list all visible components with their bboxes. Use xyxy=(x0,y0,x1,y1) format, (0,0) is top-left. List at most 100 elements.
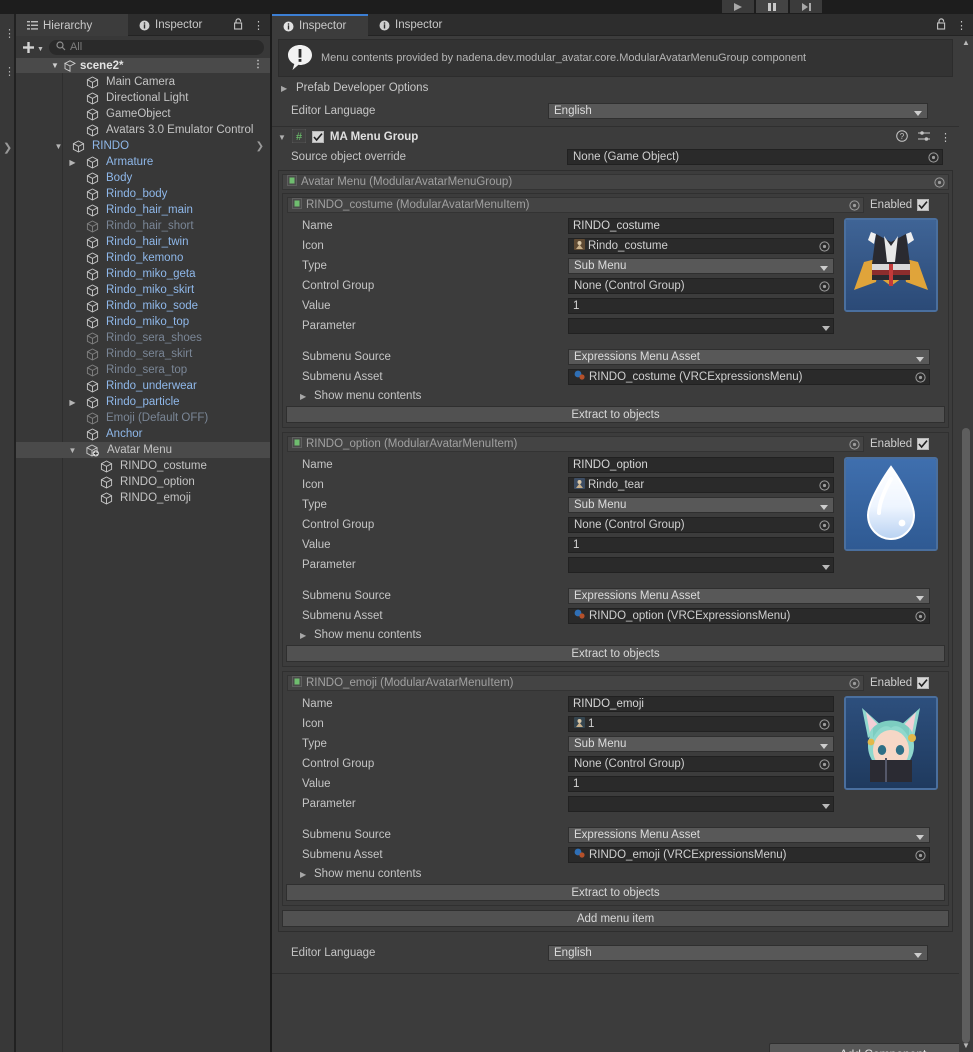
object-picker-icon[interactable] xyxy=(915,850,926,864)
add-menu-item-button[interactable]: Add menu item xyxy=(282,910,949,927)
enabled-checkbox[interactable] xyxy=(917,199,930,211)
hierarchy-item-rindo-costume[interactable]: RINDO_costume xyxy=(16,458,270,474)
object-picker-icon[interactable] xyxy=(819,480,830,494)
chevron-down-icon[interactable] xyxy=(822,801,830,813)
hierarchy-item-rindo-miko-sode[interactable]: Rindo_miko_sode xyxy=(16,298,270,314)
object-picker-icon[interactable] xyxy=(849,200,860,214)
value-input-1[interactable]: 1 xyxy=(568,537,834,553)
lock-icon[interactable] xyxy=(233,18,244,33)
hierarchy-item-rindo-particle[interactable]: ▶ Rindo_particle xyxy=(16,394,270,410)
menu-item-enabled-1[interactable]: Enabled xyxy=(870,438,944,450)
enabled-checkbox[interactable] xyxy=(917,438,930,450)
hierarchy-item-avatars-3-0-emulator-control[interactable]: Avatars 3.0 Emulator Control xyxy=(16,122,270,138)
hierarchy-item-rindo-body[interactable]: Rindo_body xyxy=(16,186,270,202)
enabled-checkbox[interactable] xyxy=(917,677,930,689)
menu-item-header-2[interactable]: RINDO_emoji (ModularAvatarMenuItem) xyxy=(287,675,864,691)
kebab-icon[interactable]: ⋮ xyxy=(956,19,967,32)
editor-language-dropdown-bottom[interactable]: English xyxy=(548,945,928,961)
tab-inspector-2[interactable]: Inspector xyxy=(368,14,464,36)
prefab-developer-options-foldout[interactable]: ▶ Prefab Developer Options xyxy=(272,77,959,99)
name-input-2[interactable]: RINDO_emoji xyxy=(568,696,834,712)
component-foldout-icon[interactable]: ▼ xyxy=(278,133,286,142)
hierarchy-item-rindo-underwear[interactable]: Rindo_underwear xyxy=(16,378,270,394)
hierarchy-item-rindo-hair-short[interactable]: Rindo_hair_short xyxy=(16,218,270,234)
scroll-up-icon[interactable]: ▲ xyxy=(962,38,970,47)
hierarchy-item-rindo-miko-geta[interactable]: Rindo_miko_geta xyxy=(16,266,270,282)
icon-field-0[interactable]: Rindo_costume xyxy=(568,238,834,254)
parameter-input-2[interactable] xyxy=(568,796,834,812)
object-picker-icon[interactable] xyxy=(819,719,830,733)
hierarchy-item-armature[interactable]: ▶ Armature xyxy=(16,154,270,170)
tab-inspector-1[interactable]: Inspector xyxy=(272,14,368,36)
tab-hierarchy[interactable]: Hierarchy xyxy=(16,14,128,36)
hierarchy-item-rindo-miko-top[interactable]: Rindo_miko_top xyxy=(16,314,270,330)
control-group-field-2[interactable]: None (Control Group) xyxy=(568,756,834,772)
menu-item-header-0[interactable]: RINDO_costume (ModularAvatarMenuItem) xyxy=(287,197,864,213)
extract-to-objects-button-0[interactable]: Extract to objects xyxy=(286,406,945,423)
object-picker-icon[interactable] xyxy=(849,678,860,692)
hierarchy-item-emoji-default-off[interactable]: Emoji (Default OFF) xyxy=(16,410,270,426)
add-gameobject-button[interactable]: ▼ xyxy=(22,41,44,54)
help-icon[interactable]: ? xyxy=(896,129,908,145)
submenu-asset-field-2[interactable]: RINDO_emoji (VRCExpressionsMenu) xyxy=(568,847,930,863)
menu-item-header-1[interactable]: RINDO_option (ModularAvatarMenuItem) xyxy=(287,436,864,452)
component-enabled-checkbox[interactable] xyxy=(311,131,324,143)
add-component-button[interactable]: Add Component xyxy=(769,1043,959,1052)
tab-inspector-left[interactable]: Inspector xyxy=(128,14,232,36)
show-menu-contents-foldout-1[interactable]: ▶ Show menu contents xyxy=(283,626,948,644)
twisty-down-icon[interactable]: ▼ xyxy=(54,142,63,151)
lock-icon[interactable] xyxy=(936,18,947,33)
value-input-2[interactable]: 1 xyxy=(568,776,834,792)
hierarchy-item-directional-light[interactable]: Directional Light xyxy=(16,90,270,106)
hierarchy-item-rindo-kemono[interactable]: Rindo_kemono xyxy=(16,250,270,266)
name-input-1[interactable]: RINDO_option xyxy=(568,457,834,473)
inspector-scrollbar[interactable]: ▲ ▼ xyxy=(959,36,973,1052)
object-picker-icon[interactable] xyxy=(915,372,926,386)
expand-arrow-icon[interactable]: ❯ xyxy=(3,141,12,154)
hierarchy-item-avatar-menu[interactable]: ▼ Avatar Menu xyxy=(16,442,270,458)
ma-menu-group-component-header[interactable]: ▼ # MA Menu Group ? ⋮ xyxy=(272,127,959,147)
hierarchy-item-body[interactable]: Body xyxy=(16,170,270,186)
hierarchy-item-rindo-sera-shoes[interactable]: Rindo_sera_shoes xyxy=(16,330,270,346)
editor-language-dropdown-top[interactable]: English xyxy=(548,103,928,119)
preset-icon[interactable] xyxy=(918,130,930,145)
object-picker-icon[interactable] xyxy=(819,759,830,773)
object-picker-icon[interactable] xyxy=(934,177,945,191)
step-button[interactable] xyxy=(790,0,822,13)
object-picker-icon[interactable] xyxy=(819,520,830,534)
pause-button[interactable] xyxy=(756,0,788,13)
hierarchy-item-rindo[interactable]: ▼ RINDO ❯ xyxy=(16,138,270,154)
chevron-down-icon[interactable] xyxy=(822,562,830,574)
hierarchy-item-rindo-hair-main[interactable]: Rindo_hair_main xyxy=(16,202,270,218)
scene-twisty-icon[interactable]: ▼ xyxy=(51,61,59,70)
hierarchy-item-rindo-sera-skirt[interactable]: Rindo_sera_skirt xyxy=(16,346,270,362)
chevron-right-icon[interactable]: ❯ xyxy=(256,141,264,152)
hierarchy-item-rindo-emoji[interactable]: RINDO_emoji xyxy=(16,490,270,506)
type-dropdown-0[interactable]: Sub Menu xyxy=(568,258,834,274)
submenu-source-dropdown-1[interactable]: Expressions Menu Asset xyxy=(568,588,930,604)
menu-item-enabled-0[interactable]: Enabled xyxy=(870,199,944,211)
twisty-down-icon[interactable]: ▼ xyxy=(68,446,77,455)
type-dropdown-1[interactable]: Sub Menu xyxy=(568,497,834,513)
submenu-asset-field-1[interactable]: RINDO_option (VRCExpressionsMenu) xyxy=(568,608,930,624)
extract-to-objects-button-1[interactable]: Extract to objects xyxy=(286,645,945,662)
value-input-0[interactable]: 1 xyxy=(568,298,834,314)
submenu-asset-field-0[interactable]: RINDO_costume (VRCExpressionsMenu) xyxy=(568,369,930,385)
hierarchy-item-rindo-miko-skirt[interactable]: Rindo_miko_skirt xyxy=(16,282,270,298)
scrollbar-thumb[interactable] xyxy=(962,428,970,1043)
play-button[interactable] xyxy=(722,0,754,13)
menu-item-enabled-2[interactable]: Enabled xyxy=(870,677,944,689)
parameter-input-0[interactable] xyxy=(568,318,834,334)
hierarchy-item-gameobject[interactable]: GameObject xyxy=(16,106,270,122)
hierarchy-item-rindo-hair-twin[interactable]: Rindo_hair_twin xyxy=(16,234,270,250)
hierarchy-item-rindo-sera-top[interactable]: Rindo_sera_top xyxy=(16,362,270,378)
parameter-input-1[interactable] xyxy=(568,557,834,573)
hierarchy-item-rindo-option[interactable]: RINDO_option xyxy=(16,474,270,490)
control-group-field-1[interactable]: None (Control Group) xyxy=(568,517,834,533)
name-input-0[interactable]: RINDO_costume xyxy=(568,218,834,234)
submenu-source-dropdown-2[interactable]: Expressions Menu Asset xyxy=(568,827,930,843)
extract-to-objects-button-2[interactable]: Extract to objects xyxy=(286,884,945,901)
scene-kebab-icon[interactable]: ⋮ xyxy=(253,59,263,70)
hierarchy-item-anchor[interactable]: Anchor xyxy=(16,426,270,442)
scene-row[interactable]: ▼ scene2* ⋮ xyxy=(16,58,270,73)
